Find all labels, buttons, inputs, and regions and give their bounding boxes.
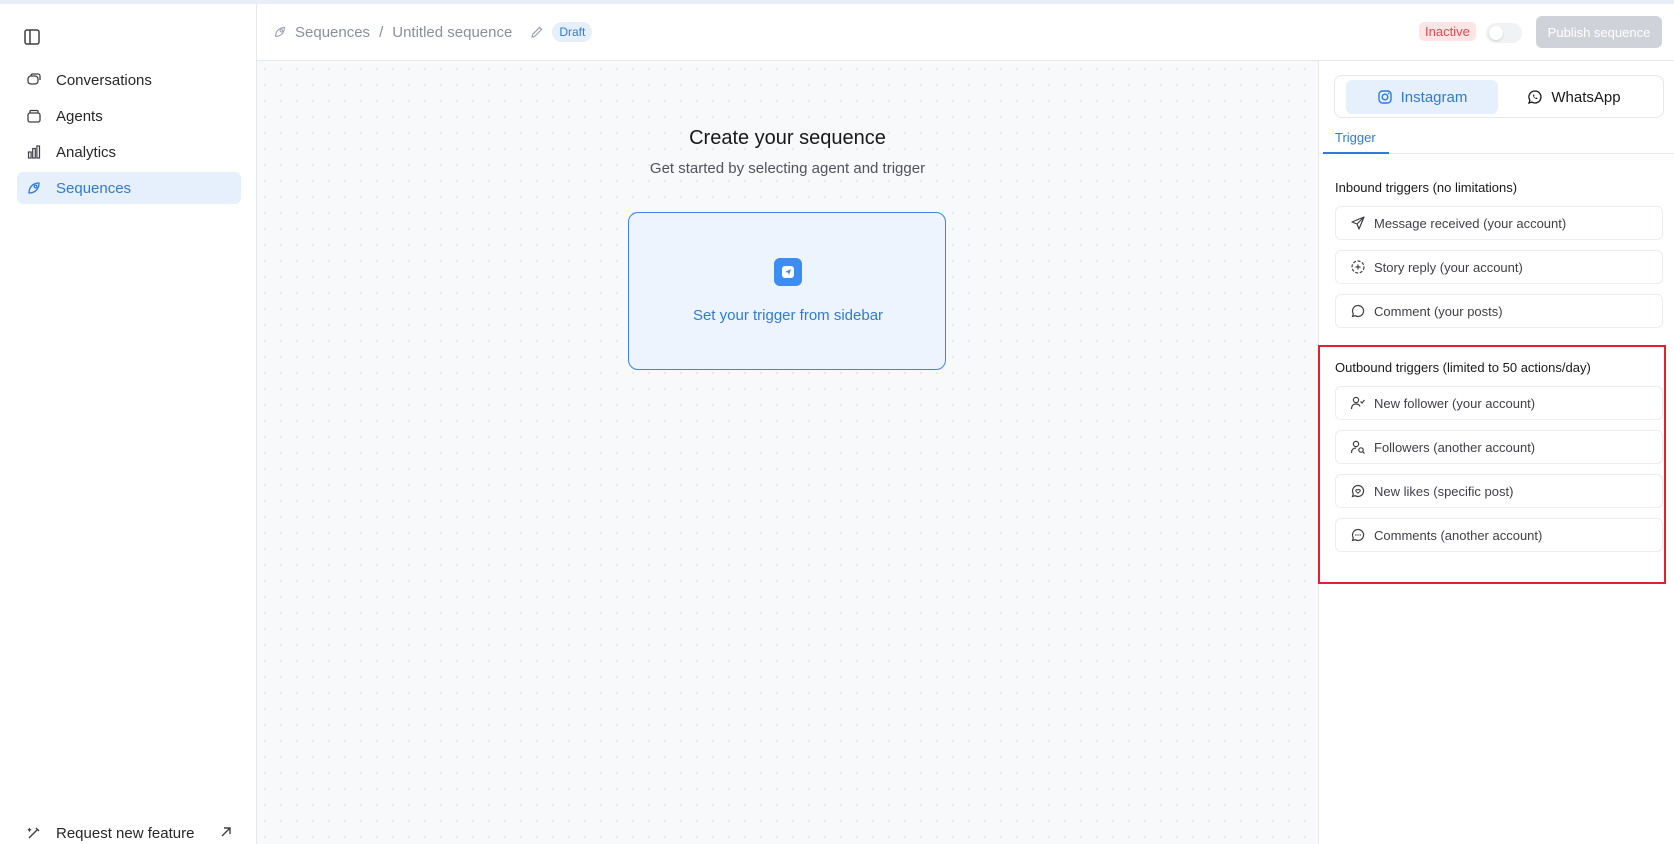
trigger-label: Followers (another account) <box>1374 439 1536 455</box>
channel-switch: Instagram WhatsApp <box>1334 75 1664 118</box>
status-badge: Inactive <box>1419 22 1476 41</box>
trigger-story-reply[interactable]: Story reply (your account) <box>1335 250 1663 284</box>
sidebar-item-label: Conversations <box>56 71 152 89</box>
trigger-label: Comments (another account) <box>1374 527 1543 543</box>
canvas-title: Create your sequence <box>689 127 886 149</box>
trigger-comments-another-account[interactable]: Comments (another account) <box>1335 518 1663 552</box>
panel-tabs: Trigger <box>1319 130 1674 154</box>
sidebar-item-label: Sequences <box>56 179 132 197</box>
sidebar-item-agents[interactable]: Agents <box>17 100 241 132</box>
trigger-new-likes[interactable]: New likes (specific post) <box>1335 474 1663 508</box>
breadcrumb-separator: / <box>379 23 384 41</box>
external-arrow-icon <box>219 825 233 839</box>
comment-dots-icon <box>1350 527 1366 543</box>
trigger-placeholder-card[interactable]: Set your trigger from sidebar <box>628 212 946 370</box>
sidebar-item-label: Agents <box>56 107 103 125</box>
trigger-label: Message received (your account) <box>1374 215 1567 231</box>
request-feature-label: Request new feature <box>56 824 195 842</box>
inbound-triggers-title: Inbound triggers (no limitations) <box>1335 180 1518 195</box>
heart-message-icon <box>1350 483 1366 499</box>
trigger-label: Story reply (your account) <box>1374 259 1523 275</box>
sidebar: Conversations Agents Analytics Sequences… <box>0 4 257 844</box>
user-search-icon <box>1350 439 1366 455</box>
sidebar-item-conversations[interactable]: Conversations <box>17 64 241 96</box>
sidebar-nav: Conversations Agents Analytics Sequences <box>17 64 241 208</box>
sidebar-toggle-icon[interactable] <box>21 26 43 48</box>
trigger-panel: Instagram WhatsApp Trigger Inbound trigg… <box>1318 61 1674 844</box>
trigger-comment-your-posts[interactable]: Comment (your posts) <box>1335 294 1663 328</box>
toggle-knob <box>1489 26 1503 40</box>
sequences-icon <box>273 25 287 39</box>
sequence-canvas[interactable]: Create your sequence Get started by sele… <box>257 61 1318 844</box>
trigger-followers-another-account[interactable]: Followers (another account) <box>1335 430 1663 464</box>
sidebar-item-sequences[interactable]: Sequences <box>17 172 241 204</box>
instagram-icon <box>1377 89 1393 105</box>
draft-badge: Draft <box>552 22 593 42</box>
analytics-icon <box>26 144 42 160</box>
user-check-icon <box>1350 395 1366 411</box>
outbound-triggers-title: Outbound triggers (limited to 50 actions… <box>1335 360 1591 375</box>
header: Sequences / Untitled sequence Draft Inac… <box>257 4 1674 61</box>
sidebar-item-label: Analytics <box>56 143 117 161</box>
trigger-new-follower[interactable]: New follower (your account) <box>1335 386 1663 420</box>
trigger-label: Comment (your posts) <box>1374 303 1503 319</box>
channel-label: Instagram <box>1400 88 1468 106</box>
comment-icon <box>1350 303 1366 319</box>
story-icon <box>1350 259 1366 275</box>
trigger-label: New follower (your account) <box>1374 395 1536 411</box>
sparkle-edit-icon <box>26 825 42 841</box>
publish-button[interactable]: Publish sequence <box>1536 16 1662 48</box>
breadcrumb-current: Untitled sequence <box>392 23 513 41</box>
send-icon <box>1350 215 1366 231</box>
trigger-placeholder-label: Set your trigger from sidebar <box>692 307 884 324</box>
channel-whatsapp[interactable]: WhatsApp <box>1498 80 1650 114</box>
channel-instagram[interactable]: Instagram <box>1346 80 1498 114</box>
breadcrumb: Sequences / Untitled sequence Draft <box>273 22 593 42</box>
pencil-icon[interactable] <box>530 25 544 39</box>
send-icon <box>774 258 802 286</box>
whatsapp-icon <box>1527 89 1543 105</box>
request-feature-link[interactable]: Request new feature <box>17 822 241 844</box>
sidebar-item-analytics[interactable]: Analytics <box>17 136 241 168</box>
conversations-icon <box>26 72 42 88</box>
canvas-subtitle: Get started by selecting agent and trigg… <box>649 160 926 177</box>
channel-label: WhatsApp <box>1551 88 1621 106</box>
sequences-icon <box>26 180 42 196</box>
agents-icon <box>26 108 42 124</box>
trigger-message-received[interactable]: Message received (your account) <box>1335 206 1663 240</box>
breadcrumb-root[interactable]: Sequences <box>295 24 370 41</box>
trigger-label: New likes (specific post) <box>1374 483 1514 499</box>
active-toggle[interactable] <box>1486 23 1522 43</box>
tab-trigger[interactable]: Trigger <box>1323 130 1389 154</box>
